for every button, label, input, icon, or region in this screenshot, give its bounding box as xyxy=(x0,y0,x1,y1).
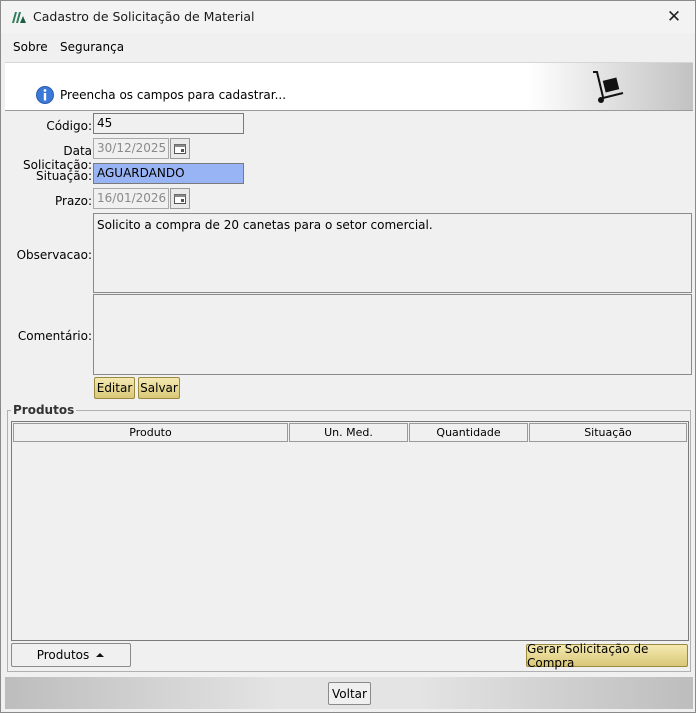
menu-sobre[interactable]: Sobre xyxy=(13,40,48,54)
salvar-button[interactable]: Salvar xyxy=(138,377,180,399)
codigo-field[interactable]: 45 xyxy=(93,113,244,134)
column-header-un-med[interactable]: Un. Med. xyxy=(289,423,408,442)
column-header-produto[interactable]: Produto xyxy=(13,423,288,442)
info-icon xyxy=(36,86,54,104)
prazo-calendar-button[interactable] xyxy=(170,188,190,209)
hand-truck-icon xyxy=(593,71,624,103)
menu-bar: Sobre Segurança xyxy=(1,34,695,60)
prazo-field[interactable]: 16/01/2026 xyxy=(93,188,169,209)
produtos-group-title: Produtos xyxy=(11,403,77,417)
banner-message: Preencha os campos para cadastrar... xyxy=(60,88,287,102)
prazo-label: Prazo: xyxy=(55,194,92,208)
comentario-label: Comentário: xyxy=(17,329,92,343)
codigo-label: Código: xyxy=(46,119,92,133)
comentario-textarea[interactable] xyxy=(93,294,692,375)
data-solicitacao-label: Data Solicitação: xyxy=(23,144,92,172)
calendar-icon xyxy=(174,193,186,204)
app-logo-icon xyxy=(12,12,26,23)
window-title: Cadastro de Solicitação de Material xyxy=(33,9,255,24)
produtos-menu-label: Produtos xyxy=(36,648,90,662)
close-button[interactable]: ✕ xyxy=(653,1,695,33)
observacao-label: Observacao: xyxy=(16,248,92,262)
column-header-situacao[interactable]: Situação xyxy=(529,423,687,442)
info-banner: Preencha os campos para cadastrar... xyxy=(5,62,693,111)
calendar-icon xyxy=(174,143,186,154)
data-calendar-button[interactable] xyxy=(170,138,190,159)
main-window: Cadastro de Solicitação de Material ✕ So… xyxy=(0,0,696,713)
title-bar: Cadastro de Solicitação de Material ✕ xyxy=(1,1,695,33)
observacao-textarea[interactable]: Solicito a compra de 20 canetas para o s… xyxy=(93,213,692,293)
column-header-quantidade[interactable]: Quantidade xyxy=(409,423,528,442)
editar-button[interactable]: Editar xyxy=(94,377,135,399)
produtos-menu-button[interactable]: Produtos xyxy=(11,643,131,667)
gerar-solicitacao-button[interactable]: Gerar Solicitação de Compra xyxy=(526,642,688,670)
menu-seguranca[interactable]: Segurança xyxy=(60,40,124,54)
caret-up-icon xyxy=(96,653,105,657)
voltar-button[interactable]: Voltar xyxy=(328,682,371,705)
situacao-field[interactable]: AGUARDANDO xyxy=(93,163,244,184)
situacao-label: Situação: xyxy=(36,169,92,183)
data-solicitacao-field[interactable]: 30/12/2025 xyxy=(93,138,169,159)
produtos-grid[interactable]: Produto Un. Med. Quantidade Situação xyxy=(11,421,689,641)
